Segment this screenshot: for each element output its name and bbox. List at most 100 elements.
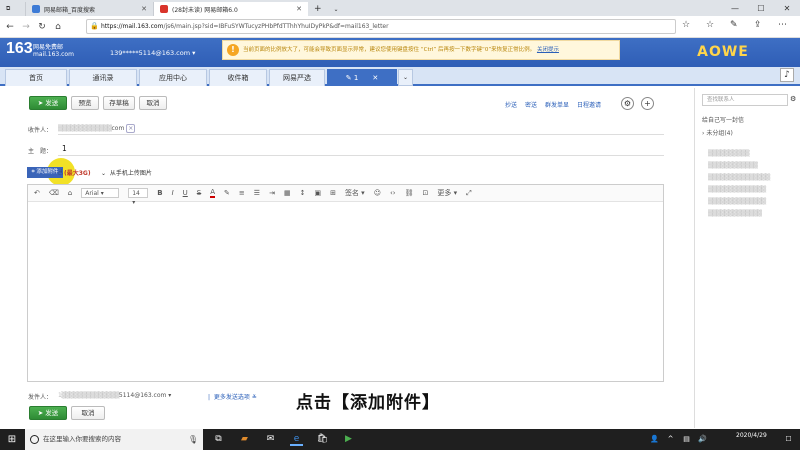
microphone-icon[interactable]: 🎙 [188,429,198,450]
cc-link[interactable]: 抄送 [505,100,517,109]
ungrouped-contacts[interactable]: › 未分组(4) [702,128,733,137]
signature-select[interactable]: 签名 ▾ [345,188,365,198]
browser-tab-baidu[interactable]: 网易邮箱_百度搜索 ✕ [26,2,154,16]
highlight-icon[interactable]: ✎ [224,189,230,197]
more-tools-button[interactable]: 更多 ▾ [437,188,457,198]
favorites-icon[interactable]: ☆ [706,20,714,30]
more-options-text: 更多发送选项 [213,394,250,401]
notification-icon[interactable]: ☐ [782,433,795,446]
preview-button[interactable]: 预览 [71,96,99,110]
close-icon[interactable]: ✕ [372,74,378,82]
tab-list-button[interactable]: ⌄ [328,2,345,16]
tab-contacts[interactable]: 通讯录 [69,69,137,86]
forward-icon[interactable]: → [18,22,34,32]
taskbar-clock[interactable]: 2020/4/29 [736,432,767,439]
tab-actions-button[interactable]: ⧉ [0,2,26,16]
network-icon[interactable]: ▤ [680,433,693,446]
home-icon[interactable]: ⌂ [50,22,66,32]
more-send-options-link[interactable]: | 更多发送选项 ≚ [208,392,257,401]
send-button[interactable]: ➤ 发送 [29,96,67,110]
remove-recipient-icon[interactable]: × [126,124,136,133]
browser-tab-163[interactable]: (28封未读) 网易邮箱6.0 ✕ [154,2,308,16]
save-draft-button[interactable]: 存草稿 [103,96,135,110]
account-menu[interactable]: 139*****5114@163.com ▾ [110,49,195,57]
close-icon[interactable]: ✕ [141,5,147,13]
settings-gear-icon[interactable]: ⚙ [621,97,634,110]
close-icon[interactable]: ✕ [296,5,302,13]
music-icon[interactable]: ♪ [780,68,794,82]
emoji-icon[interactable]: ☺ [374,189,381,197]
line-spacing-icon[interactable]: ↕ [300,189,306,197]
tab-more-button[interactable]: ⌄ [398,69,413,86]
refresh-icon[interactable]: ↻ [34,22,50,32]
phone-upload-link[interactable]: ⌄ 从手机上传图片 [101,168,152,177]
minimize-icon[interactable]: — [722,0,748,16]
edge-icon[interactable]: e [290,433,303,446]
url-input[interactable]: 🔒 https://mail.163.com/js6/main.jsp?sid=… [86,19,676,34]
sender-label: 发件人： [28,394,53,401]
people-icon[interactable]: 👤 [648,433,661,446]
strikethrough-icon[interactable]: S [197,189,201,197]
font-size-select[interactable]: 14 ▾ [128,188,149,206]
play-store-icon[interactable]: ▶ [342,433,355,446]
task-view-icon[interactable]: ⧉ [212,433,225,446]
tab-compose[interactable]: ✎ 1 ✕ [327,69,397,86]
write-to-self-link[interactable]: 给自己写一封信 [702,115,744,124]
table-icon[interactable]: ▦ [284,189,291,197]
tray-chevron-icon[interactable]: ^ [664,433,677,446]
bcc-link[interactable]: 密送 [525,100,537,109]
taskbar-search-input[interactable]: 在这里输入你要搜索的内容 🎙 [25,429,203,450]
recipient-field[interactable]: ▒▒▒▒▒▒▒▒▒▒▒▒▒com × [58,124,148,133]
attachment-label: 添加附件 [36,169,59,175]
send-button-bottom[interactable]: ➤ 发送 [29,406,67,420]
link-icon[interactable]: ⛓ [405,189,414,197]
more-icon[interactable]: ⋯ [778,20,787,30]
contact-search-input[interactable]: 查找联系人 [702,94,788,106]
tutorial-caption: 点击【添加附件】 [296,393,440,413]
tab-yanxuan[interactable]: 网易严选 [269,69,325,86]
settings-icon[interactable]: ⚙ [790,95,796,103]
image-icon[interactable]: ▣ [314,189,321,197]
paperclip-icon: ⌗ [31,169,35,175]
sender-select[interactable]: 1▒▒▒▒▒▒▒▒▒▒▒▒▒▒5114@163.com ▾ [58,392,171,399]
close-notice-link[interactable]: 关闭提示 [537,47,559,53]
grid-icon[interactable]: ⊞ [330,189,336,197]
list-icon[interactable]: ☰ [254,189,260,197]
share-icon[interactable]: ⇪ [754,20,762,30]
cancel-button[interactable]: 取消 [139,96,167,110]
cancel-button-bottom[interactable]: 取消 [71,406,105,420]
tab-inbox[interactable]: 收件箱 [209,69,267,86]
file-explorer-icon[interactable]: ▰ [238,433,251,446]
tab-home[interactable]: 首页 [5,69,67,86]
indent-icon[interactable]: ⇥ [269,189,275,197]
code-icon[interactable]: ‹› [390,189,396,197]
schedule-invite-link[interactable]: 日程邀请 [577,100,601,109]
compose-tab-label: 1 [353,74,359,82]
add-contact-icon[interactable]: + [641,97,654,110]
italic-icon[interactable]: I [172,189,174,197]
new-tab-button[interactable]: + [308,2,328,16]
eraser-icon[interactable]: ⌫ [49,189,59,197]
subject-input[interactable]: 1 [62,144,67,153]
store-icon[interactable]: 🛍 [316,433,329,446]
mail-app-icon[interactable]: ✉ [264,433,277,446]
windows-start-icon[interactable]: ⊞ [0,429,24,450]
reading-list-icon[interactable]: ✎ [730,20,738,30]
format-brush-icon[interactable]: ⌂ [68,189,72,197]
back-icon[interactable]: ← [2,22,18,32]
screenshot-icon[interactable]: ⊡ [423,189,429,197]
maximize-icon[interactable]: ☐ [748,0,774,16]
bold-icon[interactable]: B [157,189,162,197]
font-color-icon[interactable]: A [210,188,216,198]
expand-icon[interactable]: ⤢ [466,189,472,198]
tab-apps[interactable]: 应用中心 [139,69,207,86]
volume-icon[interactable]: 🔊 [696,433,709,446]
separate-send-link[interactable]: 群发单显 [545,100,569,109]
favorite-star-icon[interactable]: ☆ [682,20,690,30]
align-icon[interactable]: ≡ [239,189,245,197]
font-family-select[interactable]: Arial ▾ [81,188,120,198]
close-window-icon[interactable]: ✕ [774,0,800,16]
underline-icon[interactable]: U [183,189,188,197]
undo-icon[interactable]: ↶ [34,189,40,197]
phone-upload-text: 从手机上传图片 [109,170,152,177]
